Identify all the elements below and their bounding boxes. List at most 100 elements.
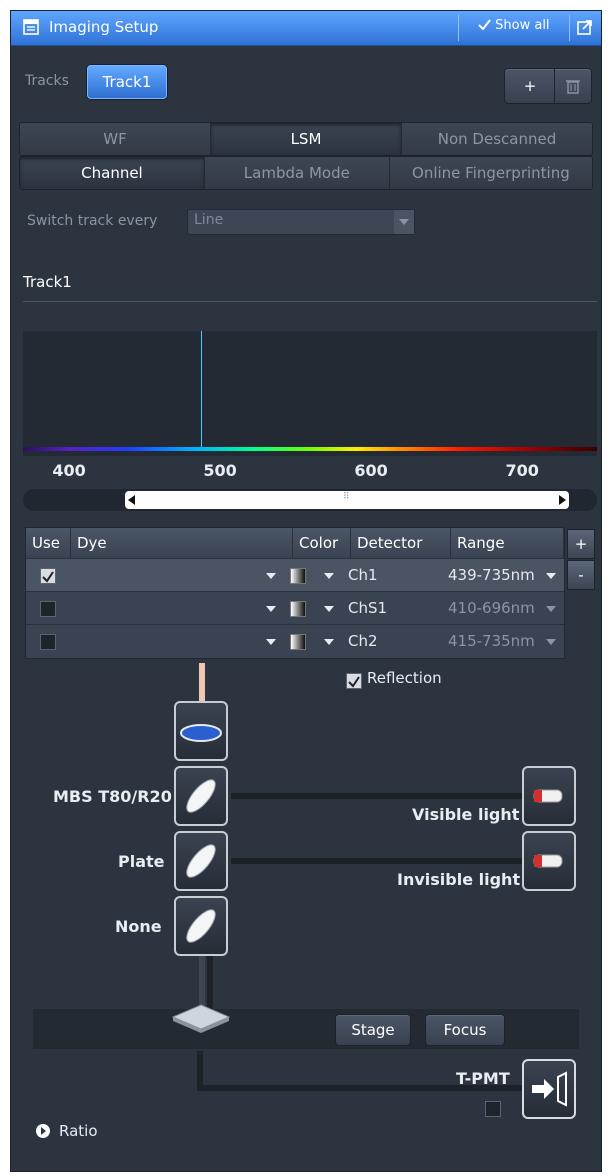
dye-dropdown-icon[interactable] [266, 639, 276, 645]
use-checkbox[interactable] [40, 568, 56, 584]
range-dropdown-icon[interactable] [546, 639, 556, 645]
dye-cell[interactable] [78, 625, 258, 657]
color-dropdown-icon[interactable] [324, 606, 334, 612]
grip-icon: ⠿ [343, 492, 350, 502]
add-track-button[interactable]: + [504, 68, 556, 104]
invisible-light-source[interactable] [522, 831, 576, 891]
left-arrow-icon [128, 495, 135, 505]
tab-non-descanned[interactable]: Non Descanned [402, 123, 592, 155]
spectrum-tick-label: 700 [505, 461, 539, 480]
col-detector: Detector [351, 528, 451, 558]
stage-button[interactable]: Stage [335, 1014, 411, 1046]
range-cell[interactable]: 410-696nm [448, 592, 535, 624]
detector-icon [532, 1071, 567, 1107]
col-use: Use [26, 528, 71, 558]
spectrum-tick-label: 500 [203, 461, 237, 480]
range-dropdown-icon[interactable] [546, 573, 556, 579]
stage-icon [171, 1004, 231, 1033]
focus-button[interactable]: Focus [425, 1014, 505, 1046]
spectrum-range-slider[interactable]: ⠿ [23, 489, 597, 511]
track1-button[interactable]: Track1 [87, 65, 167, 99]
dropdown-arrow-icon [394, 210, 414, 234]
tab-online-fingerprinting[interactable]: Online Fingerprinting [389, 157, 592, 189]
show-all-label: Show all [495, 18, 550, 33]
ratio-label[interactable]: Ratio [59, 1122, 98, 1140]
mirror-icon [186, 844, 216, 878]
color-swatch[interactable] [290, 634, 306, 650]
visible-light-label: Visible light [412, 805, 520, 824]
use-checkbox[interactable] [40, 601, 56, 617]
laser-line [201, 331, 203, 447]
tpmt-checkbox[interactable] [485, 1101, 501, 1117]
color-dropdown-icon[interactable] [324, 639, 334, 645]
right-arrow-icon [559, 495, 566, 505]
tab-channel[interactable]: Channel [20, 157, 205, 189]
tab-lambda-mode[interactable]: Lambda Mode [204, 157, 390, 189]
title-bar: Imaging Setup Show all [11, 11, 601, 46]
mbs-label: MBS T80/R20 [53, 787, 172, 806]
plate-element[interactable] [174, 831, 228, 891]
track-section-title: Track1 [23, 273, 72, 291]
range-dropdown-icon[interactable] [546, 606, 556, 612]
spectrum-tick-label: 400 [52, 461, 86, 480]
switch-track-select[interactable]: Line [187, 209, 415, 235]
table-row[interactable]: ChS1 410-696nm [26, 591, 564, 625]
mirror-icon [186, 909, 216, 943]
show-all-toggle[interactable]: Show all [478, 18, 550, 33]
detector-cell: Ch1 [348, 566, 378, 584]
tab-wf[interactable]: WF [20, 123, 211, 155]
filter-element[interactable] [174, 701, 228, 761]
table-row[interactable]: Ch1 439-735nm [26, 558, 564, 592]
remove-channel-button[interactable]: - [567, 560, 595, 590]
none-label: None [115, 917, 162, 936]
spectrum-bar [23, 447, 597, 451]
filter-icon [180, 724, 222, 742]
mbs-element[interactable] [174, 766, 228, 826]
spectrum-tick-label: 600 [354, 461, 388, 480]
detector-cell: Ch2 [348, 632, 378, 650]
channel-table: Use Dye Color Detector Range Ch1 439-735… [25, 527, 565, 659]
detector-cell: ChS1 [348, 599, 388, 617]
imaging-setup-panel: Imaging Setup Show all Tracks Track1 + W… [10, 10, 602, 1172]
tpmt-label: T-PMT [456, 1069, 510, 1088]
color-dropdown-icon[interactable] [324, 573, 334, 579]
color-swatch[interactable] [290, 568, 306, 584]
spectrum-display [23, 331, 597, 456]
range-slider-thumb[interactable]: ⠿ [125, 491, 569, 509]
col-range: Range [451, 528, 564, 558]
col-dye: Dye [71, 528, 293, 558]
dye-dropdown-icon[interactable] [266, 573, 276, 579]
panel-title: Imaging Setup [49, 18, 159, 36]
delete-track-button[interactable] [554, 68, 592, 104]
range-cell[interactable]: 415-735nm [448, 625, 535, 657]
range-cell[interactable]: 439-735nm [448, 559, 535, 591]
tab-lsm[interactable]: LSM [211, 123, 402, 155]
col-color: Color [293, 528, 351, 558]
use-checkbox[interactable] [40, 634, 56, 650]
panel-icon [23, 19, 39, 35]
lamp-icon [533, 854, 563, 868]
add-channel-button[interactable]: + [567, 529, 595, 559]
checkmark-icon [348, 676, 360, 688]
none-element[interactable] [174, 896, 228, 956]
visible-light-source[interactable] [522, 766, 576, 826]
tpmt-detector[interactable] [522, 1059, 576, 1119]
lamp-icon [533, 789, 563, 803]
undock-icon[interactable] [576, 18, 594, 36]
reflection-checkbox[interactable] [346, 673, 362, 689]
expand-ratio-icon[interactable] [35, 1123, 51, 1139]
dye-cell[interactable] [78, 592, 258, 624]
sub-tabs: Channel Lambda Mode Online Fingerprintin… [19, 156, 593, 190]
dye-dropdown-icon[interactable] [266, 606, 276, 612]
color-swatch[interactable] [290, 601, 306, 617]
dye-cell[interactable] [78, 559, 258, 591]
laser-beam [199, 663, 205, 703]
checkmark-icon [42, 571, 54, 583]
mode-tabs: WF LSM Non Descanned [19, 122, 593, 156]
checkmark-icon [478, 19, 491, 31]
trash-icon [566, 80, 580, 94]
plate-label: Plate [118, 852, 165, 871]
table-row[interactable]: Ch2 415-735nm [26, 624, 564, 658]
switch-track-value: Line [194, 212, 224, 228]
tracks-label: Tracks [25, 73, 69, 89]
